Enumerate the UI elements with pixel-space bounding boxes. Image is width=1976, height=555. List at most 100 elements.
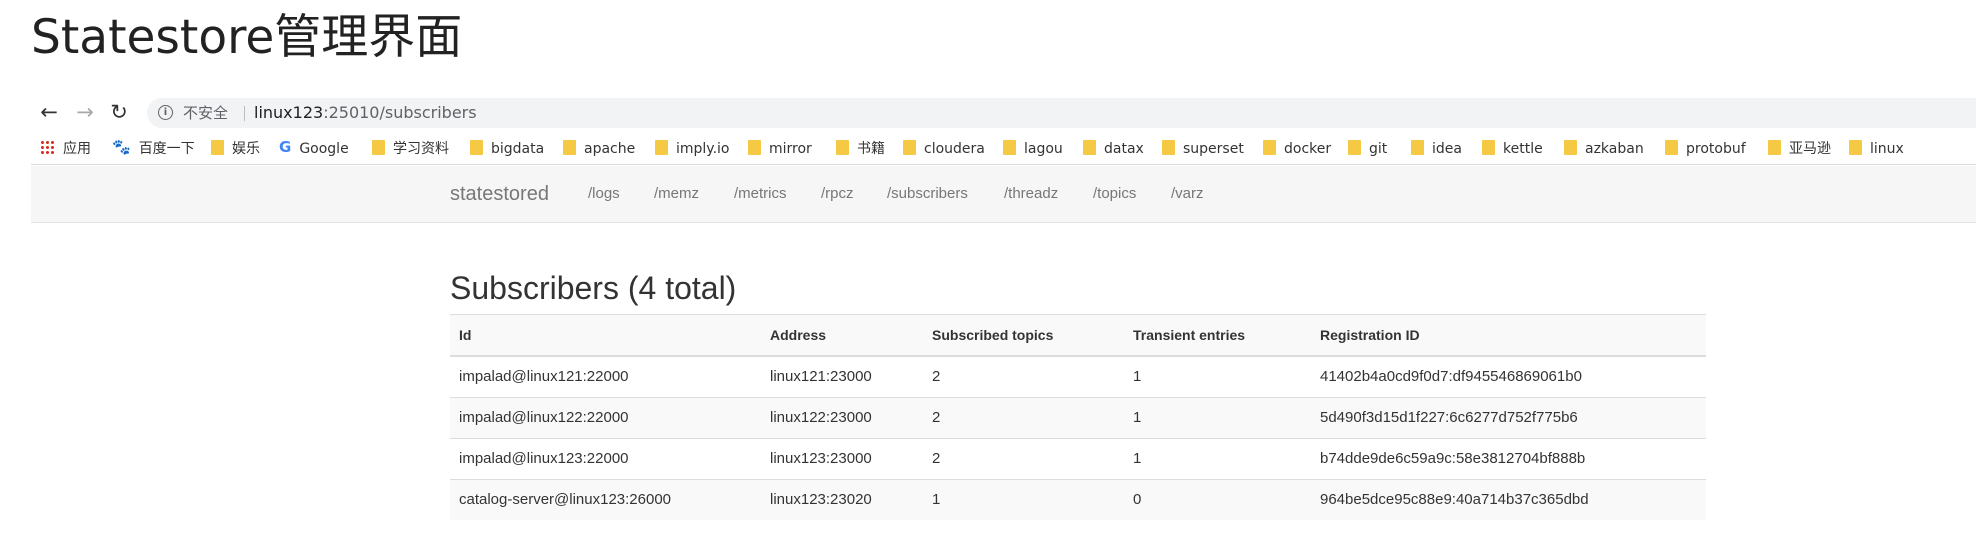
- info-icon[interactable]: i: [158, 105, 173, 120]
- cell-subscribed-topics: 2: [932, 409, 941, 426]
- bookmark-label: idea: [1432, 141, 1462, 157]
- navbar-brand[interactable]: statestored: [450, 166, 549, 222]
- bookmark-label: 百度一下: [138, 141, 195, 157]
- bookmark-folder[interactable]: docker: [1263, 134, 1331, 164]
- bookmark-label: cloudera: [924, 141, 985, 157]
- url-host: linux123: [254, 103, 324, 122]
- folder-icon: [1768, 139, 1781, 155]
- column-header-address: Address: [770, 327, 827, 343]
- subscribers-table: Id Address Subscribed topics Transient e…: [450, 314, 1706, 520]
- google-icon: G: [279, 138, 292, 156]
- apps-icon: [40, 139, 55, 155]
- column-header-transient-entries: Transient entries: [1133, 327, 1246, 343]
- url-text[interactable]: linux123:25010/subscribers: [254, 98, 477, 128]
- folder-icon: [836, 139, 849, 155]
- cell-subscribed-topics: 2: [932, 368, 941, 385]
- bookmark-google[interactable]: G Google: [279, 134, 349, 164]
- bookmark-folder[interactable]: superset: [1162, 134, 1244, 164]
- bookmark-label: docker: [1284, 141, 1332, 157]
- bookmark-label: linux: [1870, 141, 1904, 157]
- bookmark-label: lagou: [1024, 141, 1063, 157]
- cell-id: catalog-server@linux123:26000: [459, 491, 672, 508]
- bookmark-apps[interactable]: 应用: [40, 134, 91, 164]
- bookmark-folder[interactable]: cloudera: [903, 134, 985, 164]
- nav-link-varz[interactable]: /varz: [1171, 166, 1204, 222]
- bookmark-label: apache: [584, 141, 636, 157]
- bookmark-label: protobuf: [1686, 141, 1746, 157]
- bookmark-folder[interactable]: azkaban: [1564, 134, 1644, 164]
- bookmark-label: 亚马逊: [1789, 141, 1831, 157]
- folder-icon: [372, 139, 385, 155]
- bookmark-folder[interactable]: 亚马逊: [1768, 134, 1831, 164]
- cell-address: linux122:23000: [770, 409, 872, 426]
- toolbar: ← → ↻ i 不安全 linux123:25010/subscribers: [31, 92, 1976, 134]
- bookmark-folder[interactable]: datax: [1083, 134, 1144, 164]
- folder-icon: [1482, 139, 1495, 155]
- bookmark-label: superset: [1183, 141, 1244, 157]
- forward-button[interactable]: →: [71, 98, 99, 126]
- table-row: catalog-server@linux123:26000 linux123:2…: [450, 479, 1706, 520]
- nav-link-memz[interactable]: /memz: [654, 166, 699, 222]
- bookmark-folder[interactable]: kettle: [1482, 134, 1543, 164]
- bookmark-folder[interactable]: lagou: [1003, 134, 1063, 164]
- cell-registration-id: 41402b4a0cd9f0d7:df945546869061b0: [1320, 368, 1582, 385]
- folder-icon: [1162, 139, 1175, 155]
- folder-icon: [748, 139, 761, 155]
- nav-link-logs[interactable]: /logs: [588, 166, 620, 222]
- bookmark-label: datax: [1104, 141, 1144, 157]
- bookmark-folder[interactable]: 学习资料: [372, 134, 449, 164]
- bookmark-label: Google: [299, 141, 349, 157]
- cell-address: linux123:23000: [770, 450, 872, 467]
- cell-transient-entries: 1: [1133, 409, 1142, 426]
- back-button[interactable]: ←: [35, 98, 63, 126]
- bookmark-label: 娱乐: [232, 141, 260, 157]
- folder-icon: [211, 139, 224, 155]
- cell-id: impalad@linux123:22000: [459, 450, 629, 467]
- bookmark-folder[interactable]: mirror: [748, 134, 812, 164]
- bookmark-folder[interactable]: idea: [1411, 134, 1462, 164]
- bookmark-folder[interactable]: 书籍: [836, 134, 885, 164]
- cell-transient-entries: 1: [1133, 368, 1142, 385]
- bookmark-label: 应用: [63, 141, 91, 157]
- bookmark-folder[interactable]: protobuf: [1665, 134, 1746, 164]
- url-path: :25010/subscribers: [323, 103, 477, 122]
- cell-transient-entries: 1: [1133, 450, 1142, 467]
- bookmark-folder[interactable]: bigdata: [470, 134, 544, 164]
- bookmark-label: 学习资料: [393, 141, 449, 157]
- folder-icon: [1083, 139, 1096, 155]
- folder-icon: [655, 139, 668, 155]
- bookmark-baidu[interactable]: 🐾 百度一下: [112, 134, 195, 164]
- cell-id: impalad@linux121:22000: [459, 368, 629, 385]
- folder-icon: [1849, 139, 1862, 155]
- table-row: impalad@linux121:22000 linux121:23000 2 …: [450, 356, 1706, 397]
- cell-subscribed-topics: 1: [932, 491, 941, 508]
- bookmark-label: 书籍: [857, 141, 885, 157]
- bookmark-folder[interactable]: apache: [563, 134, 635, 164]
- cell-transient-entries: 0: [1133, 491, 1142, 508]
- cell-subscribed-topics: 2: [932, 450, 941, 467]
- cell-address: linux123:23020: [770, 491, 872, 508]
- nav-link-metrics[interactable]: /metrics: [734, 166, 787, 222]
- reload-button[interactable]: ↻: [105, 98, 133, 126]
- app-navbar: statestored /logs /memz /metrics /rpcz /…: [31, 166, 1976, 223]
- nav-link-rpcz[interactable]: /rpcz: [821, 166, 854, 222]
- security-label[interactable]: 不安全: [183, 98, 228, 128]
- nav-link-topics[interactable]: /topics: [1093, 166, 1136, 222]
- bookmark-folder[interactable]: git: [1348, 134, 1387, 164]
- column-header-subscribed-topics: Subscribed topics: [932, 327, 1054, 343]
- nav-link-threadz[interactable]: /threadz: [1004, 166, 1058, 222]
- bookmark-folder[interactable]: imply.io: [655, 134, 730, 164]
- bookmark-label: git: [1369, 141, 1388, 157]
- page-heading: Subscribers (4 total): [450, 270, 737, 306]
- baidu-icon: 🐾: [112, 138, 131, 156]
- bookmark-label: bigdata: [491, 141, 545, 157]
- bookmark-label: mirror: [769, 141, 812, 157]
- bookmark-label: azkaban: [1585, 141, 1644, 157]
- cell-address: linux121:23000: [770, 368, 872, 385]
- folder-icon: [903, 139, 916, 155]
- bookmark-folder[interactable]: 娱乐: [211, 134, 260, 164]
- address-bar[interactable]: i 不安全 linux123:25010/subscribers: [147, 98, 1976, 128]
- cell-registration-id: 964be5dce95c88e9:40a714b37c365dbd: [1320, 491, 1589, 508]
- nav-link-subscribers[interactable]: /subscribers: [887, 166, 968, 222]
- bookmark-folder[interactable]: linux: [1849, 134, 1904, 164]
